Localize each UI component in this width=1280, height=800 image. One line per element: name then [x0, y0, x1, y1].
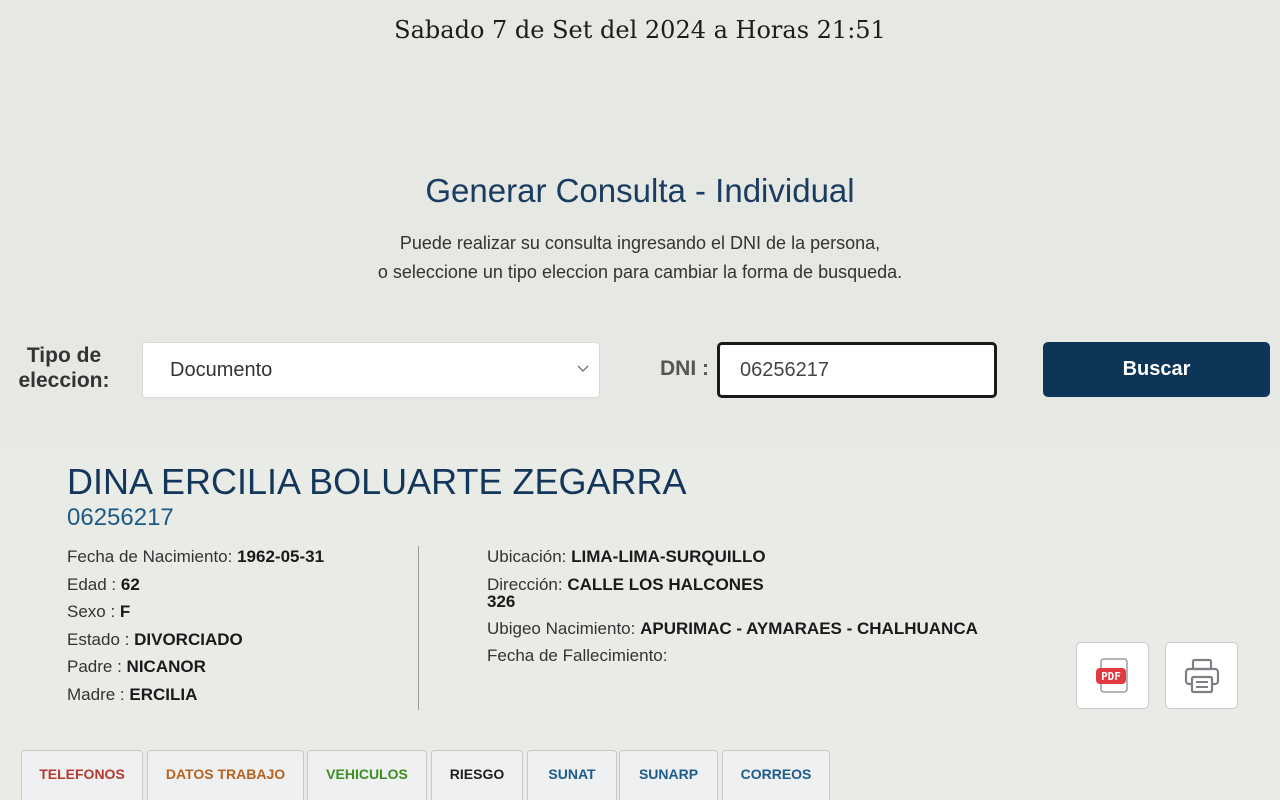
search-panel: Sabado 7 de Set del 2024 a Horas 21:51 G… — [0, 0, 1280, 447]
info-label: Sexo : — [67, 602, 120, 621]
tab-telefonos[interactable]: TELEFONOS — [21, 750, 143, 800]
tipo-label-line-2: eleccion: — [18, 369, 110, 392]
info-row-father: Padre : NICANOR — [67, 653, 324, 681]
info-label: Ubicación: — [487, 547, 572, 566]
search-button[interactable]: Buscar — [1043, 342, 1270, 397]
subtitle-line-1: Puede realizar su consulta ingresando el… — [399, 233, 881, 253]
tipo-eleccion-value: Documento — [170, 359, 273, 381]
info-label: Edad : — [67, 574, 121, 594]
info-row-fallecimiento: Fecha de Fallecimiento: — [487, 642, 1047, 670]
info-row-status: Estado : DIVORCIADO — [67, 626, 324, 654]
info-row-ubicacion: Ubicación: LIMA-LIMA-SURQUILLO — [487, 543, 1047, 571]
info-label: Estado : — [67, 629, 135, 649]
info-value: NICANOR — [126, 657, 206, 676]
info-value: APURIMAC - AYMARAES - CHALHUANCA — [640, 618, 978, 638]
dni-label: DNI : — [660, 357, 709, 380]
info-value: F — [119, 602, 131, 621]
info-label: Fecha de Fallecimiento: — [487, 646, 668, 665]
info-value: CALLE LOS HALCONES — [567, 574, 764, 594]
printer-icon — [1184, 658, 1219, 693]
tab-riesgo[interactable]: RIESGO — [431, 750, 523, 800]
page-title: Generar Consulta - Individual — [425, 172, 855, 209]
column-divider — [418, 546, 419, 710]
person-name: DINA ERCILIA BOLUARTE ZEGARRA — [67, 461, 687, 502]
info-row-birthdate: Fecha de Nacimiento: 1962-05-31 — [67, 543, 324, 571]
dni-input[interactable] — [717, 342, 997, 398]
info-row-sex: Sexo : F — [67, 598, 324, 626]
info-label: Padre : — [67, 657, 127, 676]
person-dni: 06256217 — [67, 504, 174, 531]
print-button[interactable] — [1165, 642, 1238, 709]
info-value: LIMA-LIMA-SURQUILLO — [571, 547, 766, 566]
info-label: Ubigeo Nacimiento: — [487, 618, 641, 638]
pdf-button[interactable]: PDF — [1076, 642, 1149, 709]
tab-correos[interactable]: CORREOS — [722, 750, 830, 800]
tipo-eleccion-label: Tipo de eleccion: — [6, 343, 122, 393]
chevron-down-icon — [577, 365, 589, 372]
tab-sunarp[interactable]: SUNARP — [619, 750, 718, 800]
info-value: 62 — [120, 574, 140, 594]
tipo-label-line-1: Tipo de — [26, 344, 102, 367]
info-row-age: Edad : 62 — [67, 571, 324, 599]
info-value: 1962-05-31 — [237, 547, 325, 566]
info-value: DIVORCIADO — [134, 629, 243, 649]
tipo-eleccion-select[interactable]: Documento — [142, 342, 600, 398]
info-label: Fecha de Nacimiento: — [67, 547, 238, 566]
info-value: ERCILIA — [129, 684, 198, 704]
tab-sunat[interactable]: SUNAT — [527, 750, 617, 800]
location-info-column: Ubicación: LIMA-LIMA-SURQUILLO Dirección… — [487, 543, 1047, 670]
subtitle-line-2: o seleccione un tipo eleccion para cambi… — [377, 262, 903, 282]
info-row-direccion: Dirección: CALLE LOS HALCONES 326 — [487, 571, 1047, 615]
info-value-cont: 326 — [487, 591, 516, 611]
info-row-ubigeo: Ubigeo Nacimiento: APURIMAC - AYMARAES -… — [487, 615, 1047, 643]
pdf-icon-text: PDF — [1101, 670, 1121, 683]
personal-info-column: Fecha de Nacimiento: 1962-05-31 Edad : 6… — [67, 543, 324, 708]
pdf-icon: PDF — [1095, 657, 1128, 693]
info-label: Madre : — [67, 684, 130, 704]
tab-datos-trabajo[interactable]: DATOS TRABAJO — [147, 750, 304, 800]
tab-vehiculos[interactable]: VEHICULOS — [307, 750, 427, 800]
info-row-mother: Madre : ERCILIA — [67, 681, 324, 709]
datetime-text: Sabado 7 de Set del 2024 a Horas 21:51 — [394, 16, 886, 44]
